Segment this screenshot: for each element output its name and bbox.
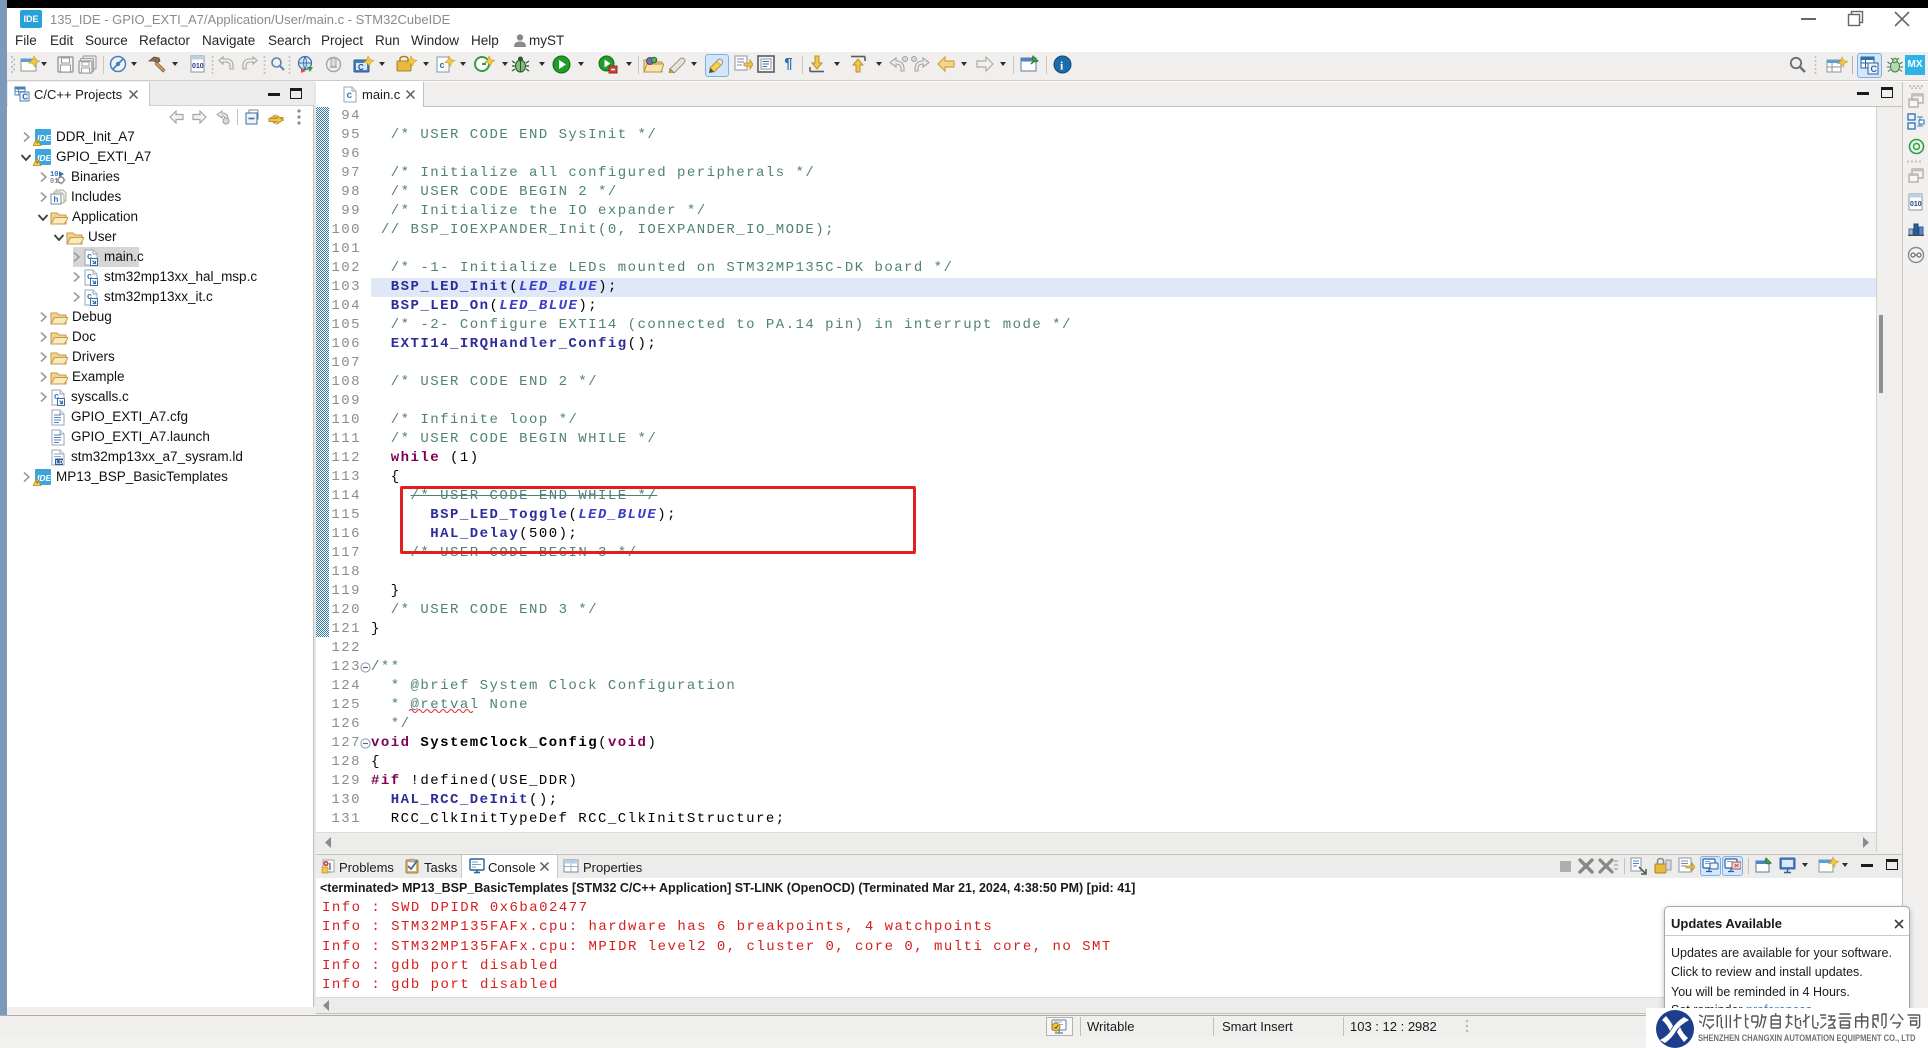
svg-text:010: 010 [192,63,204,70]
svg-text:C: C [358,63,364,72]
svg-text:010: 010 [1910,201,1922,208]
svg-text:c: c [440,60,445,70]
svg-text:C: C [1871,64,1878,74]
svg-text:c: c [347,90,353,101]
svg-text:C: C [22,93,28,102]
